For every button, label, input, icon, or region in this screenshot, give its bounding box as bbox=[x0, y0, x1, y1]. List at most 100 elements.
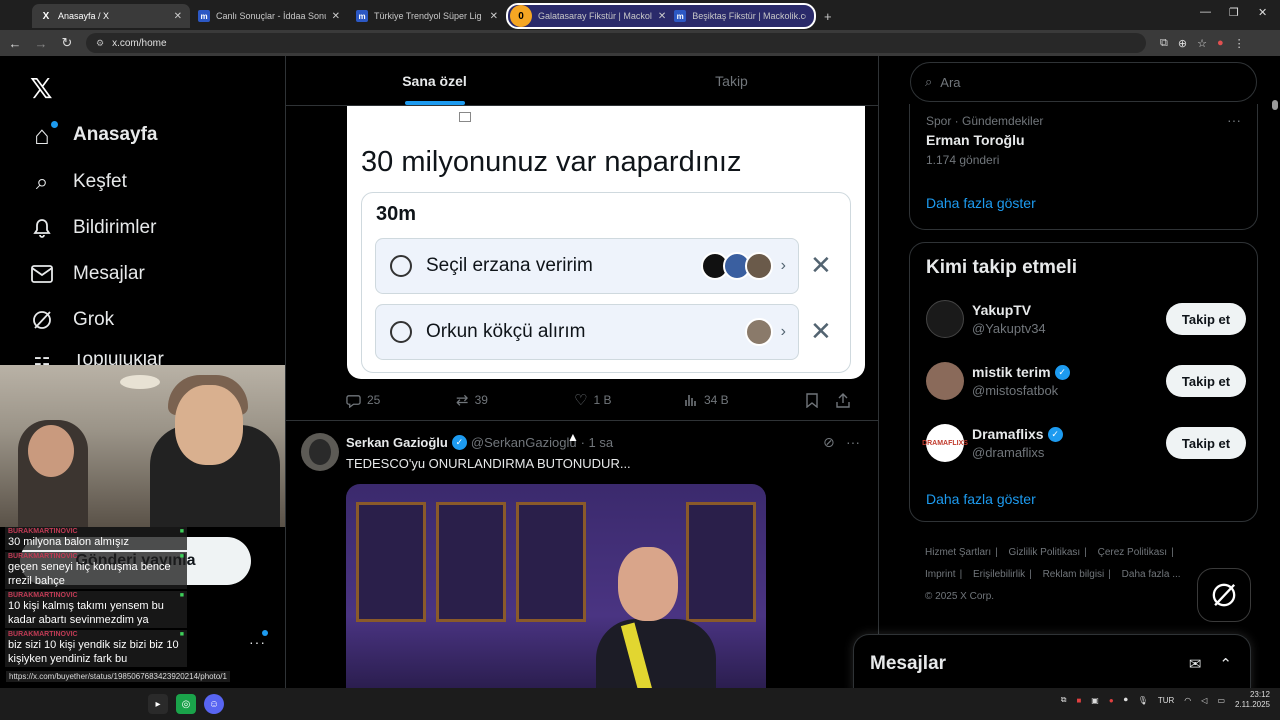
search-input[interactable]: ⌕ Ara bbox=[910, 62, 1257, 102]
footer-link[interactable]: Erişilebilirlik bbox=[973, 569, 1025, 580]
reload-icon[interactable]: ↻ bbox=[56, 35, 78, 51]
minimize-icon[interactable]: — bbox=[1200, 6, 1211, 18]
chat-username: BURAKMARTINOVIC bbox=[8, 553, 78, 560]
account-menu-icon[interactable]: ··· bbox=[249, 634, 266, 650]
tab-super-lig[interactable]: m Türkiye Trendyol Süper Lig 2025 ✕ bbox=[348, 4, 506, 28]
battery-icon[interactable]: ▭ bbox=[1217, 696, 1225, 705]
grok-floating-button[interactable] bbox=[1197, 568, 1251, 622]
author-handle[interactable]: @SerkanGazioglu bbox=[471, 435, 577, 450]
chevron-right-icon: › bbox=[780, 323, 786, 340]
trend-name[interactable]: Erman Toroğlu bbox=[926, 132, 1025, 148]
like-button[interactable]: ♡ 1 B bbox=[574, 391, 684, 409]
app-icon[interactable]: ▸ bbox=[148, 694, 168, 714]
x-logo[interactable]: 𝕏 bbox=[30, 72, 53, 105]
url-field[interactable]: ⚙ x.com/home bbox=[86, 33, 1146, 53]
reply-button[interactable]: 25 bbox=[346, 393, 456, 408]
nav-item-grok[interactable]: Grok bbox=[30, 308, 114, 332]
grok-icon[interactable]: ⊘ bbox=[823, 434, 835, 451]
close-tab-icon[interactable]: ✕ bbox=[174, 11, 182, 22]
post-time[interactable]: · 1 sa bbox=[581, 435, 614, 450]
new-tab-button[interactable]: + bbox=[816, 4, 842, 28]
forward-icon[interactable]: → bbox=[30, 36, 52, 51]
maximize-icon[interactable]: ❐ bbox=[1229, 6, 1239, 19]
poll-screenshot-image[interactable]: 30 milyonunuz var napardınız 30m Seçil e… bbox=[347, 106, 865, 379]
tab-x-home[interactable]: X Anasayfa / X ✕ bbox=[32, 4, 190, 28]
poll-option: Orkun kökçü alırım › bbox=[375, 304, 799, 360]
tab-following[interactable]: Takip bbox=[583, 56, 878, 105]
close-x-icon: ✕ bbox=[810, 316, 832, 346]
follow-button[interactable]: Takip et bbox=[1166, 427, 1246, 459]
system-tray: ⧉ ■ ▣ ● ⏺ 🎙︎ TUR ◠ ◁ ▭ 23:12 2.11.2025 bbox=[1061, 690, 1270, 710]
close-window-icon[interactable]: ✕ bbox=[1258, 6, 1267, 19]
show-more-link[interactable]: Daha fazla göster bbox=[926, 195, 1036, 211]
nav-item-notifications[interactable]: Bildirimler bbox=[30, 216, 156, 240]
wifi-icon[interactable]: ◠ bbox=[1184, 696, 1191, 705]
avatar[interactable] bbox=[301, 433, 339, 471]
author-name[interactable]: Serkan Gazioğlu bbox=[346, 435, 448, 450]
post-media-image[interactable] bbox=[346, 484, 766, 696]
follow-suggestion[interactable]: YakupTV @Yakuptv34 Takip et bbox=[926, 295, 1246, 343]
stream-chat-overlay: BURAKMARTINOVIC ■ 30 milyona balon almışı… bbox=[5, 527, 187, 669]
new-message-icon[interactable]: ✉ bbox=[1189, 655, 1202, 673]
clock[interactable]: 23:12 2.11.2025 bbox=[1235, 690, 1270, 710]
poll-question: 30 milyonunuz var napardınız bbox=[361, 146, 742, 178]
bookmark-button[interactable] bbox=[806, 392, 836, 408]
tray-icon[interactable]: ⏺ bbox=[1124, 695, 1128, 705]
footer-link[interactable]: Daha fazla ... bbox=[1122, 569, 1181, 580]
locker bbox=[436, 502, 506, 622]
post-divider bbox=[286, 420, 878, 421]
person-figure bbox=[596, 539, 716, 696]
follow-button[interactable]: Takip et bbox=[1166, 303, 1246, 335]
scrollbar[interactable] bbox=[1270, 56, 1280, 696]
mackolik-favicon-icon: m bbox=[674, 10, 687, 22]
grok-icon bbox=[30, 308, 54, 332]
discord-icon[interactable]: ☺ bbox=[204, 694, 224, 714]
footer-link[interactable]: Hizmet Şartları bbox=[925, 547, 991, 558]
extension-icon[interactable]: ● bbox=[1217, 37, 1224, 50]
copyright: © 2025 X Corp. bbox=[925, 591, 995, 602]
bookmark-star-icon[interactable]: ☆ bbox=[1197, 37, 1207, 50]
back-icon[interactable]: ← bbox=[4, 36, 26, 51]
nav-item-communities[interactable]: ☷ Topluluklar bbox=[30, 354, 163, 365]
tray-icon[interactable]: ● bbox=[1109, 696, 1114, 705]
cast-icon[interactable]: ⧉ bbox=[1160, 37, 1168, 50]
nav-item-messages[interactable]: Mesajlar bbox=[30, 262, 145, 286]
avatar bbox=[926, 300, 964, 338]
share-button[interactable] bbox=[836, 392, 850, 408]
follow-suggestion[interactable]: DRAMAFLIXS Dramaflixs ✓ @dramaflixs Takip… bbox=[922, 419, 1246, 467]
volume-icon[interactable]: ◁ bbox=[1201, 696, 1207, 705]
repost-button[interactable]: ⇄ 39 bbox=[456, 391, 574, 409]
tray-icon[interactable]: ■ bbox=[1076, 696, 1081, 705]
tray-icon[interactable]: ▣ bbox=[1091, 696, 1099, 705]
language-indicator[interactable]: TUR bbox=[1158, 696, 1174, 705]
footer-link[interactable]: Gizlilik Politikası bbox=[1009, 547, 1081, 558]
follow-button[interactable]: Takip et bbox=[1166, 365, 1246, 397]
close-tab-icon[interactable]: ✕ bbox=[332, 11, 340, 22]
nav-item-home[interactable]: ⌂ Anasayfa bbox=[30, 120, 157, 150]
tray-icon[interactable]: ⧉ bbox=[1061, 695, 1067, 705]
tab-canli-sonuclar[interactable]: m Canlı Sonuçlar - İddaa Sonuçları ✕ bbox=[190, 4, 348, 28]
zoom-icon[interactable]: ⊕ bbox=[1178, 37, 1187, 50]
nav-item-explore[interactable]: ⌕ Keşfet bbox=[30, 169, 127, 194]
site-info-icon[interactable]: ⚙ bbox=[96, 38, 104, 49]
messages-drawer[interactable]: Mesajlar ✉ ⌃ bbox=[853, 634, 1251, 692]
views-button[interactable]: 34 B bbox=[684, 393, 806, 407]
tab-group-highlighted[interactable]: 0 Galatasaray Fikstür | Mackolik ✕ m Beş… bbox=[506, 3, 816, 29]
microphone-icon[interactable]: 🎙︎ bbox=[1138, 696, 1148, 705]
dramaflixs-logo: DRAMAFLIXS bbox=[922, 424, 968, 462]
more-options-icon[interactable]: ··· bbox=[846, 434, 860, 450]
scrollbar-thumb[interactable] bbox=[1272, 100, 1278, 110]
footer-link[interactable]: Imprint bbox=[925, 569, 956, 580]
footer-link[interactable]: Çerez Politikası bbox=[1098, 547, 1167, 558]
follow-suggestion[interactable]: mistik terim ✓ @mistosfatbok Takip et bbox=[926, 357, 1246, 405]
expand-up-icon[interactable]: ⌃ bbox=[1219, 655, 1232, 673]
close-tab-icon[interactable]: ✕ bbox=[658, 11, 666, 22]
menu-icon[interactable]: ⋮ bbox=[1234, 37, 1245, 50]
show-more-link[interactable]: Daha fazla göster bbox=[926, 491, 1036, 507]
more-options-icon[interactable]: ··· bbox=[1227, 112, 1241, 128]
avatar bbox=[744, 252, 773, 280]
tab-for-you[interactable]: Sana özel bbox=[286, 56, 583, 105]
spotify-icon[interactable]: ◎ bbox=[176, 694, 196, 714]
footer-link[interactable]: Reklam bilgisi bbox=[1043, 569, 1105, 580]
close-tab-icon[interactable]: ✕ bbox=[490, 11, 498, 22]
